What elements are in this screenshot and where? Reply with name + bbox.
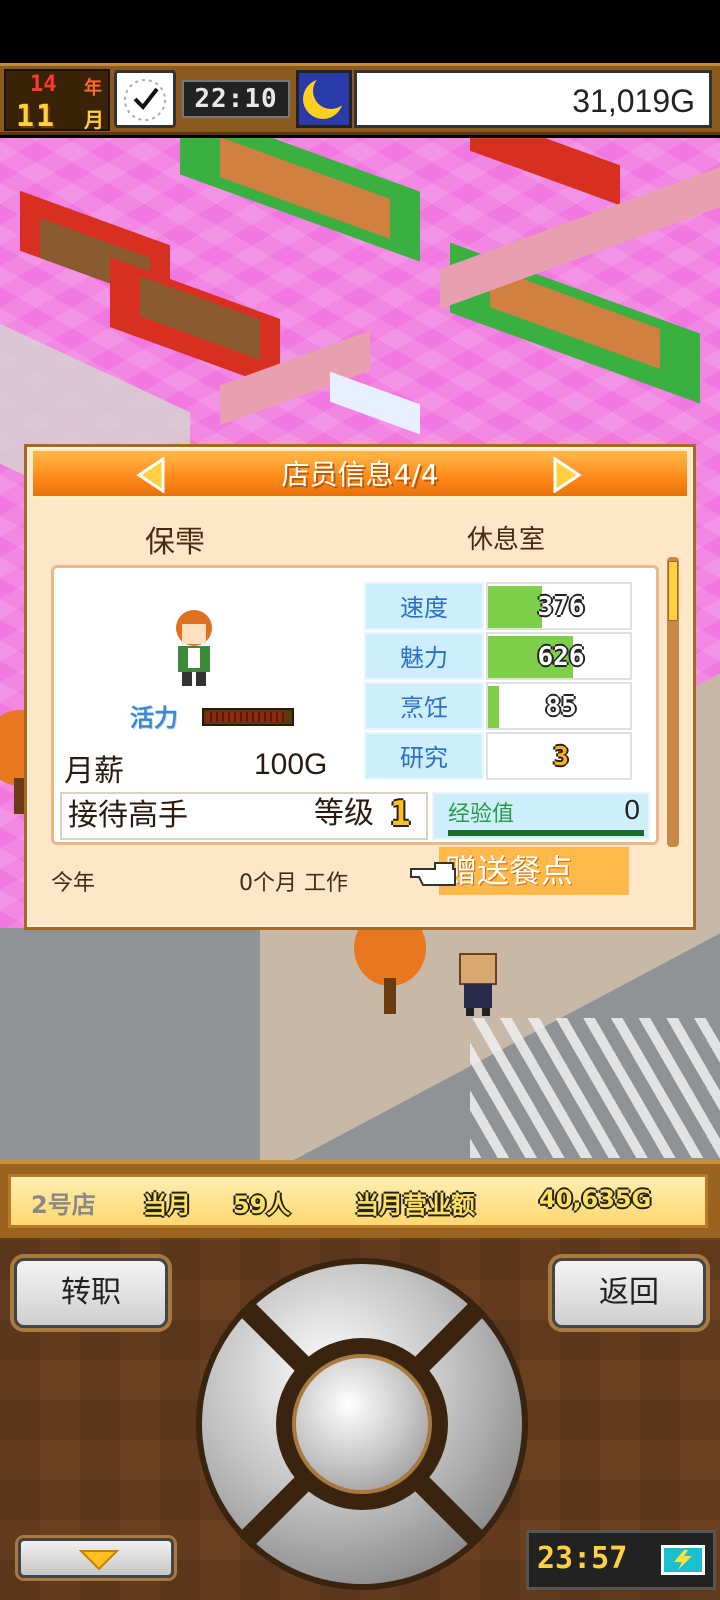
staff-location: 休息室 bbox=[467, 525, 546, 555]
gift-meal-label: 赠送餐点 bbox=[439, 847, 629, 895]
stats-table: 速度 376 魅力 626 烹饪 85 研究 3 bbox=[364, 582, 634, 782]
panel-title: 店员信息4/4 bbox=[281, 458, 439, 491]
stat-value: 85 bbox=[545, 692, 577, 722]
level-label: 等级 bbox=[314, 796, 374, 831]
staff-name: 保雫 bbox=[145, 525, 205, 560]
stat-label: 烹饪 bbox=[364, 682, 484, 730]
store-info-strip: 2号店 当月 59人 当月营业额 40,635G bbox=[8, 1174, 708, 1228]
stat-label: 魅力 bbox=[364, 632, 484, 680]
stat-value: 3 bbox=[553, 742, 569, 772]
level-value: 1 bbox=[390, 794, 411, 834]
year-number: 14 bbox=[30, 72, 57, 97]
chevron-down-icon bbox=[79, 1550, 119, 1571]
stat-value: 376 bbox=[537, 592, 585, 622]
battery-icon bbox=[661, 1545, 705, 1575]
stat-bar: 3 bbox=[486, 732, 632, 780]
stat-label: 速度 bbox=[364, 582, 484, 630]
experience-value: 0 bbox=[624, 794, 640, 825]
money-value: 31,019G bbox=[572, 83, 695, 119]
staff-card: 活力 月薪 100G 速度 376 魅力 626 烹饪 85 研究 3 接待高手… bbox=[51, 565, 659, 845]
scrollbar-thumb[interactable] bbox=[668, 561, 678, 621]
menu-toggle-button[interactable] bbox=[18, 1538, 174, 1578]
stat-row-charm: 魅力 626 bbox=[364, 632, 634, 680]
panel-header: 店员信息4/4 bbox=[33, 451, 687, 499]
experience-label: 经验值 bbox=[448, 802, 515, 827]
experience-box: 经验值 0 bbox=[432, 792, 650, 840]
month-number: 11 bbox=[16, 99, 57, 134]
staff-info-panel: 店员信息4/4 保雫 休息室 活力 月薪 100G 速度 376 魅力 626 … bbox=[24, 444, 696, 930]
controller-area: 转职 返回 23:57 bbox=[0, 1238, 720, 1600]
this-year-label: 今年 bbox=[51, 871, 96, 896]
prev-staff-arrow-icon[interactable] bbox=[135, 457, 169, 493]
customer-sprite bbox=[459, 953, 497, 1016]
work-months-label: 0个月 工作 bbox=[239, 871, 348, 896]
pointing-hand-icon bbox=[410, 862, 456, 886]
year-label: 年 bbox=[84, 78, 102, 99]
month-label: 月 bbox=[84, 108, 104, 132]
salary-value: 100G bbox=[254, 748, 328, 781]
table bbox=[330, 371, 420, 435]
date-display: 14 年 11 月 bbox=[4, 69, 110, 134]
game-time: 22:10 bbox=[182, 80, 290, 118]
stat-row-speed: 速度 376 bbox=[364, 582, 634, 630]
customer-count: 59人 bbox=[233, 1191, 291, 1219]
device-clock: 23:57 bbox=[526, 1530, 716, 1590]
stat-row-research: 研究 3 bbox=[364, 732, 634, 780]
gift-meal-button[interactable]: 赠送餐点 bbox=[409, 847, 629, 895]
panel-scrollbar[interactable] bbox=[667, 557, 679, 847]
stat-value: 626 bbox=[537, 642, 585, 672]
stat-label: 研究 bbox=[364, 732, 484, 780]
skill-row: 接待高手 等级 1 经验值 0 bbox=[60, 792, 650, 840]
money-display: 31,019G bbox=[354, 70, 712, 128]
sofa bbox=[470, 138, 620, 206]
stat-bar: 85 bbox=[486, 682, 632, 730]
revenue-label: 当月营业额 bbox=[355, 1191, 475, 1219]
status-bar bbox=[0, 0, 720, 63]
stat-row-cooking: 烹饪 85 bbox=[364, 682, 634, 730]
energy-label: 活力 bbox=[130, 704, 178, 732]
device-time: 23:57 bbox=[537, 1541, 628, 1576]
change-job-button[interactable]: 转职 bbox=[14, 1258, 168, 1328]
stat-bar: 626 bbox=[486, 632, 632, 680]
staff-avatar bbox=[176, 610, 212, 686]
dpad[interactable] bbox=[196, 1258, 528, 1590]
crosswalk bbox=[470, 1018, 720, 1158]
back-button[interactable]: 返回 bbox=[552, 1258, 706, 1328]
top-hud: 14 年 11 月 22:10 31,019G bbox=[0, 63, 720, 135]
stat-bar: 376 bbox=[486, 582, 632, 630]
moon-icon bbox=[296, 70, 352, 128]
clock-icon bbox=[114, 70, 176, 128]
energy-bar bbox=[202, 708, 294, 726]
dpad-center-button[interactable] bbox=[292, 1354, 432, 1494]
this-month-tag: 当月 bbox=[143, 1191, 191, 1219]
dpad-center-bezel bbox=[276, 1338, 448, 1510]
energy-bar-fill bbox=[206, 712, 286, 722]
store-info-bar: 2号店 当月 59人 当月营业额 40,635G bbox=[0, 1160, 720, 1238]
experience-bar bbox=[448, 830, 644, 836]
revenue-value: 40,635G bbox=[539, 1185, 652, 1213]
salary-label: 月薪 bbox=[64, 754, 124, 789]
store-name: 2号店 bbox=[31, 1191, 96, 1219]
next-staff-arrow-icon[interactable] bbox=[549, 457, 583, 493]
